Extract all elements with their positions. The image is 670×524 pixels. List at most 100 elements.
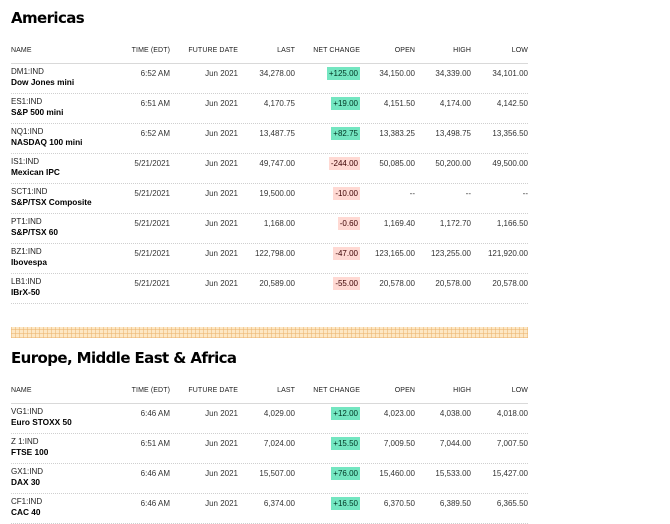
index-name[interactable]: DAX 30 (11, 477, 40, 487)
cell-low: 1,166.50 (496, 219, 528, 228)
table-row[interactable]: ES1:IND S&P 500 mini 6:51 AM Jun 2021 4,170.… (11, 94, 528, 124)
ticker-symbol[interactable]: PT1:IND (11, 217, 42, 226)
net-change-badge: +82.75 (331, 127, 360, 140)
index-name[interactable]: CAC 40 (11, 507, 41, 517)
cell-open: 4,151.50 (383, 99, 415, 108)
cell-low: 7,007.50 (496, 439, 528, 448)
index-name[interactable]: NASDAQ 100 mini (11, 137, 82, 147)
cell-future: Jun 2021 (205, 219, 238, 228)
index-name[interactable]: Mexican IPC (11, 167, 60, 177)
cell-open: 15,460.00 (379, 469, 415, 478)
ticker-symbol[interactable]: VG1:IND (11, 407, 43, 416)
column-header[interactable]: OPEN (395, 47, 415, 54)
cell-low: 4,018.00 (496, 409, 528, 418)
net-change-badge: +16.50 (331, 497, 360, 510)
cell-open: 50,085.00 (379, 159, 415, 168)
ticker-symbol[interactable]: BZ1:IND (11, 247, 42, 256)
americas-table: NAME TIME (EDT) FUTURE DATE LAST NET CHANGE O… (11, 43, 528, 304)
table-row[interactable]: DM1:IND Dow Jones mini 6:52 AM Jun 2021 34,2… (11, 64, 528, 94)
net-change-badge: +15.50 (331, 437, 360, 450)
column-header[interactable]: FUTURE DATE (188, 387, 238, 394)
column-header[interactable]: TIME (EDT) (132, 47, 170, 54)
net-change-badge: +19.00 (331, 97, 360, 110)
cell-last: 1,168.00 (263, 219, 295, 228)
column-header[interactable]: NET CHANGE (313, 47, 360, 54)
column-header[interactable]: TIME (EDT) (132, 387, 170, 394)
cell-future: Jun 2021 (205, 249, 238, 258)
cell-time: 5/21/2021 (134, 279, 170, 288)
ticker-symbol[interactable]: CF1:IND (11, 497, 42, 506)
ticker-symbol[interactable]: SCT1:IND (11, 187, 47, 196)
table-row[interactable]: GX1:IND DAX 30 6:46 AM Jun 2021 15,507.00 15,… (11, 464, 528, 494)
table-row[interactable]: NQ1:IND NASDAQ 100 mini 6:52 AM Jun 2021 13,… (11, 124, 528, 154)
ticker-symbol[interactable]: NQ1:IND (11, 127, 43, 136)
index-name[interactable]: Dow Jones mini (11, 77, 74, 87)
cell-open: 6,370.50 (383, 499, 415, 508)
cell-open: 34,150.00 (379, 69, 415, 78)
cell-last: 34,278.00 (259, 69, 295, 78)
column-header[interactable]: HIGH (453, 47, 471, 54)
ticker-symbol[interactable]: DM1:IND (11, 67, 44, 76)
column-header[interactable]: LOW (512, 47, 528, 54)
ticker-symbol[interactable]: GX1:IND (11, 467, 43, 476)
table-row[interactable]: SCT1:IND S&P/TSX Composite 5/21/2021 Jun 20… (11, 184, 528, 214)
index-name[interactable]: S&P/TSX Composite (11, 197, 92, 207)
table-row[interactable]: CF1:IND CAC 40 6:46 AM Jun 2021 6,374.00 6,37… (11, 494, 528, 524)
index-name[interactable]: IBrX-50 (11, 287, 40, 297)
index-name[interactable]: FTSE 100 (11, 447, 48, 457)
cell-low: 4,142.50 (496, 99, 528, 108)
table-row[interactable]: PT1:IND S&P/TSX 60 5/21/2021 Jun 2021 1,168.… (11, 214, 528, 244)
section-title-americas: Americas (11, 9, 85, 27)
column-header[interactable]: NAME (11, 387, 32, 394)
table-row[interactable]: Z 1:IND FTSE 100 6:51 AM Jun 2021 7,024.00 7,… (11, 434, 528, 464)
ticker-symbol[interactable]: IS1:IND (11, 157, 39, 166)
column-header[interactable]: LOW (512, 387, 528, 394)
cell-high: 7,044.00 (439, 439, 471, 448)
cell-low: 121,920.00 (487, 249, 528, 258)
cell-time: 5/21/2021 (134, 249, 170, 258)
emea-table: NAME TIME (EDT) FUTURE DATE LAST NET CHANGE O… (11, 383, 528, 524)
cell-low: 34,101.00 (492, 69, 528, 78)
cell-high: 123,255.00 (430, 249, 471, 258)
cell-high: 34,339.00 (435, 69, 471, 78)
cell-open: 13,383.25 (379, 129, 415, 138)
index-name[interactable]: S&P 500 mini (11, 107, 63, 117)
cell-future: Jun 2021 (205, 279, 238, 288)
column-header[interactable]: LAST (277, 47, 295, 54)
ticker-symbol[interactable]: LB1:IND (11, 277, 41, 286)
net-change-badge: +125.00 (326, 67, 360, 80)
table-row[interactable]: VG1:IND Euro STOXX 50 6:46 AM Jun 2021 4,029… (11, 404, 528, 434)
cell-future: Jun 2021 (205, 469, 238, 478)
column-header[interactable]: OPEN (395, 387, 415, 394)
section-title-emea: Europe, Middle East & Africa (11, 349, 237, 367)
column-header[interactable]: HIGH (453, 387, 471, 394)
index-name[interactable]: Euro STOXX 50 (11, 417, 72, 427)
cell-last: 6,374.00 (263, 499, 295, 508)
net-change-badge: +76.00 (331, 467, 360, 480)
table-row[interactable]: LB1:IND IBrX-50 5/21/2021 Jun 2021 20,589.00… (11, 274, 528, 304)
ticker-symbol[interactable]: ES1:IND (11, 97, 42, 106)
cell-high: 4,038.00 (439, 409, 471, 418)
index-name[interactable]: S&P/TSX 60 (11, 227, 58, 237)
cell-last: 4,029.00 (263, 409, 295, 418)
ticker-symbol[interactable]: Z 1:IND (11, 437, 39, 446)
column-header[interactable]: FUTURE DATE (188, 47, 238, 54)
net-change-badge: -47.00 (333, 247, 360, 260)
cell-time: 6:51 AM (140, 439, 170, 448)
cell-time: 6:51 AM (140, 99, 170, 108)
column-header[interactable]: NAME (11, 47, 32, 54)
index-name[interactable]: Ibovespa (11, 257, 47, 267)
cell-future: Jun 2021 (205, 129, 238, 138)
column-header[interactable]: NET CHANGE (313, 387, 360, 394)
cell-high: 1,172.70 (439, 219, 471, 228)
cell-low: 13,356.50 (492, 129, 528, 138)
cell-low: -- (522, 189, 528, 198)
cell-last: 15,507.00 (259, 469, 295, 478)
cell-high: 50,200.00 (435, 159, 471, 168)
table-row[interactable]: IS1:IND Mexican IPC 5/21/2021 Jun 2021 49,74… (11, 154, 528, 184)
cell-time: 6:52 AM (140, 129, 170, 138)
net-change-badge: -10.00 (333, 187, 360, 200)
column-header[interactable]: LAST (277, 387, 295, 394)
table-row[interactable]: BZ1:IND Ibovespa 5/21/2021 Jun 2021 122,798.… (11, 244, 528, 274)
cell-future: Jun 2021 (205, 189, 238, 198)
